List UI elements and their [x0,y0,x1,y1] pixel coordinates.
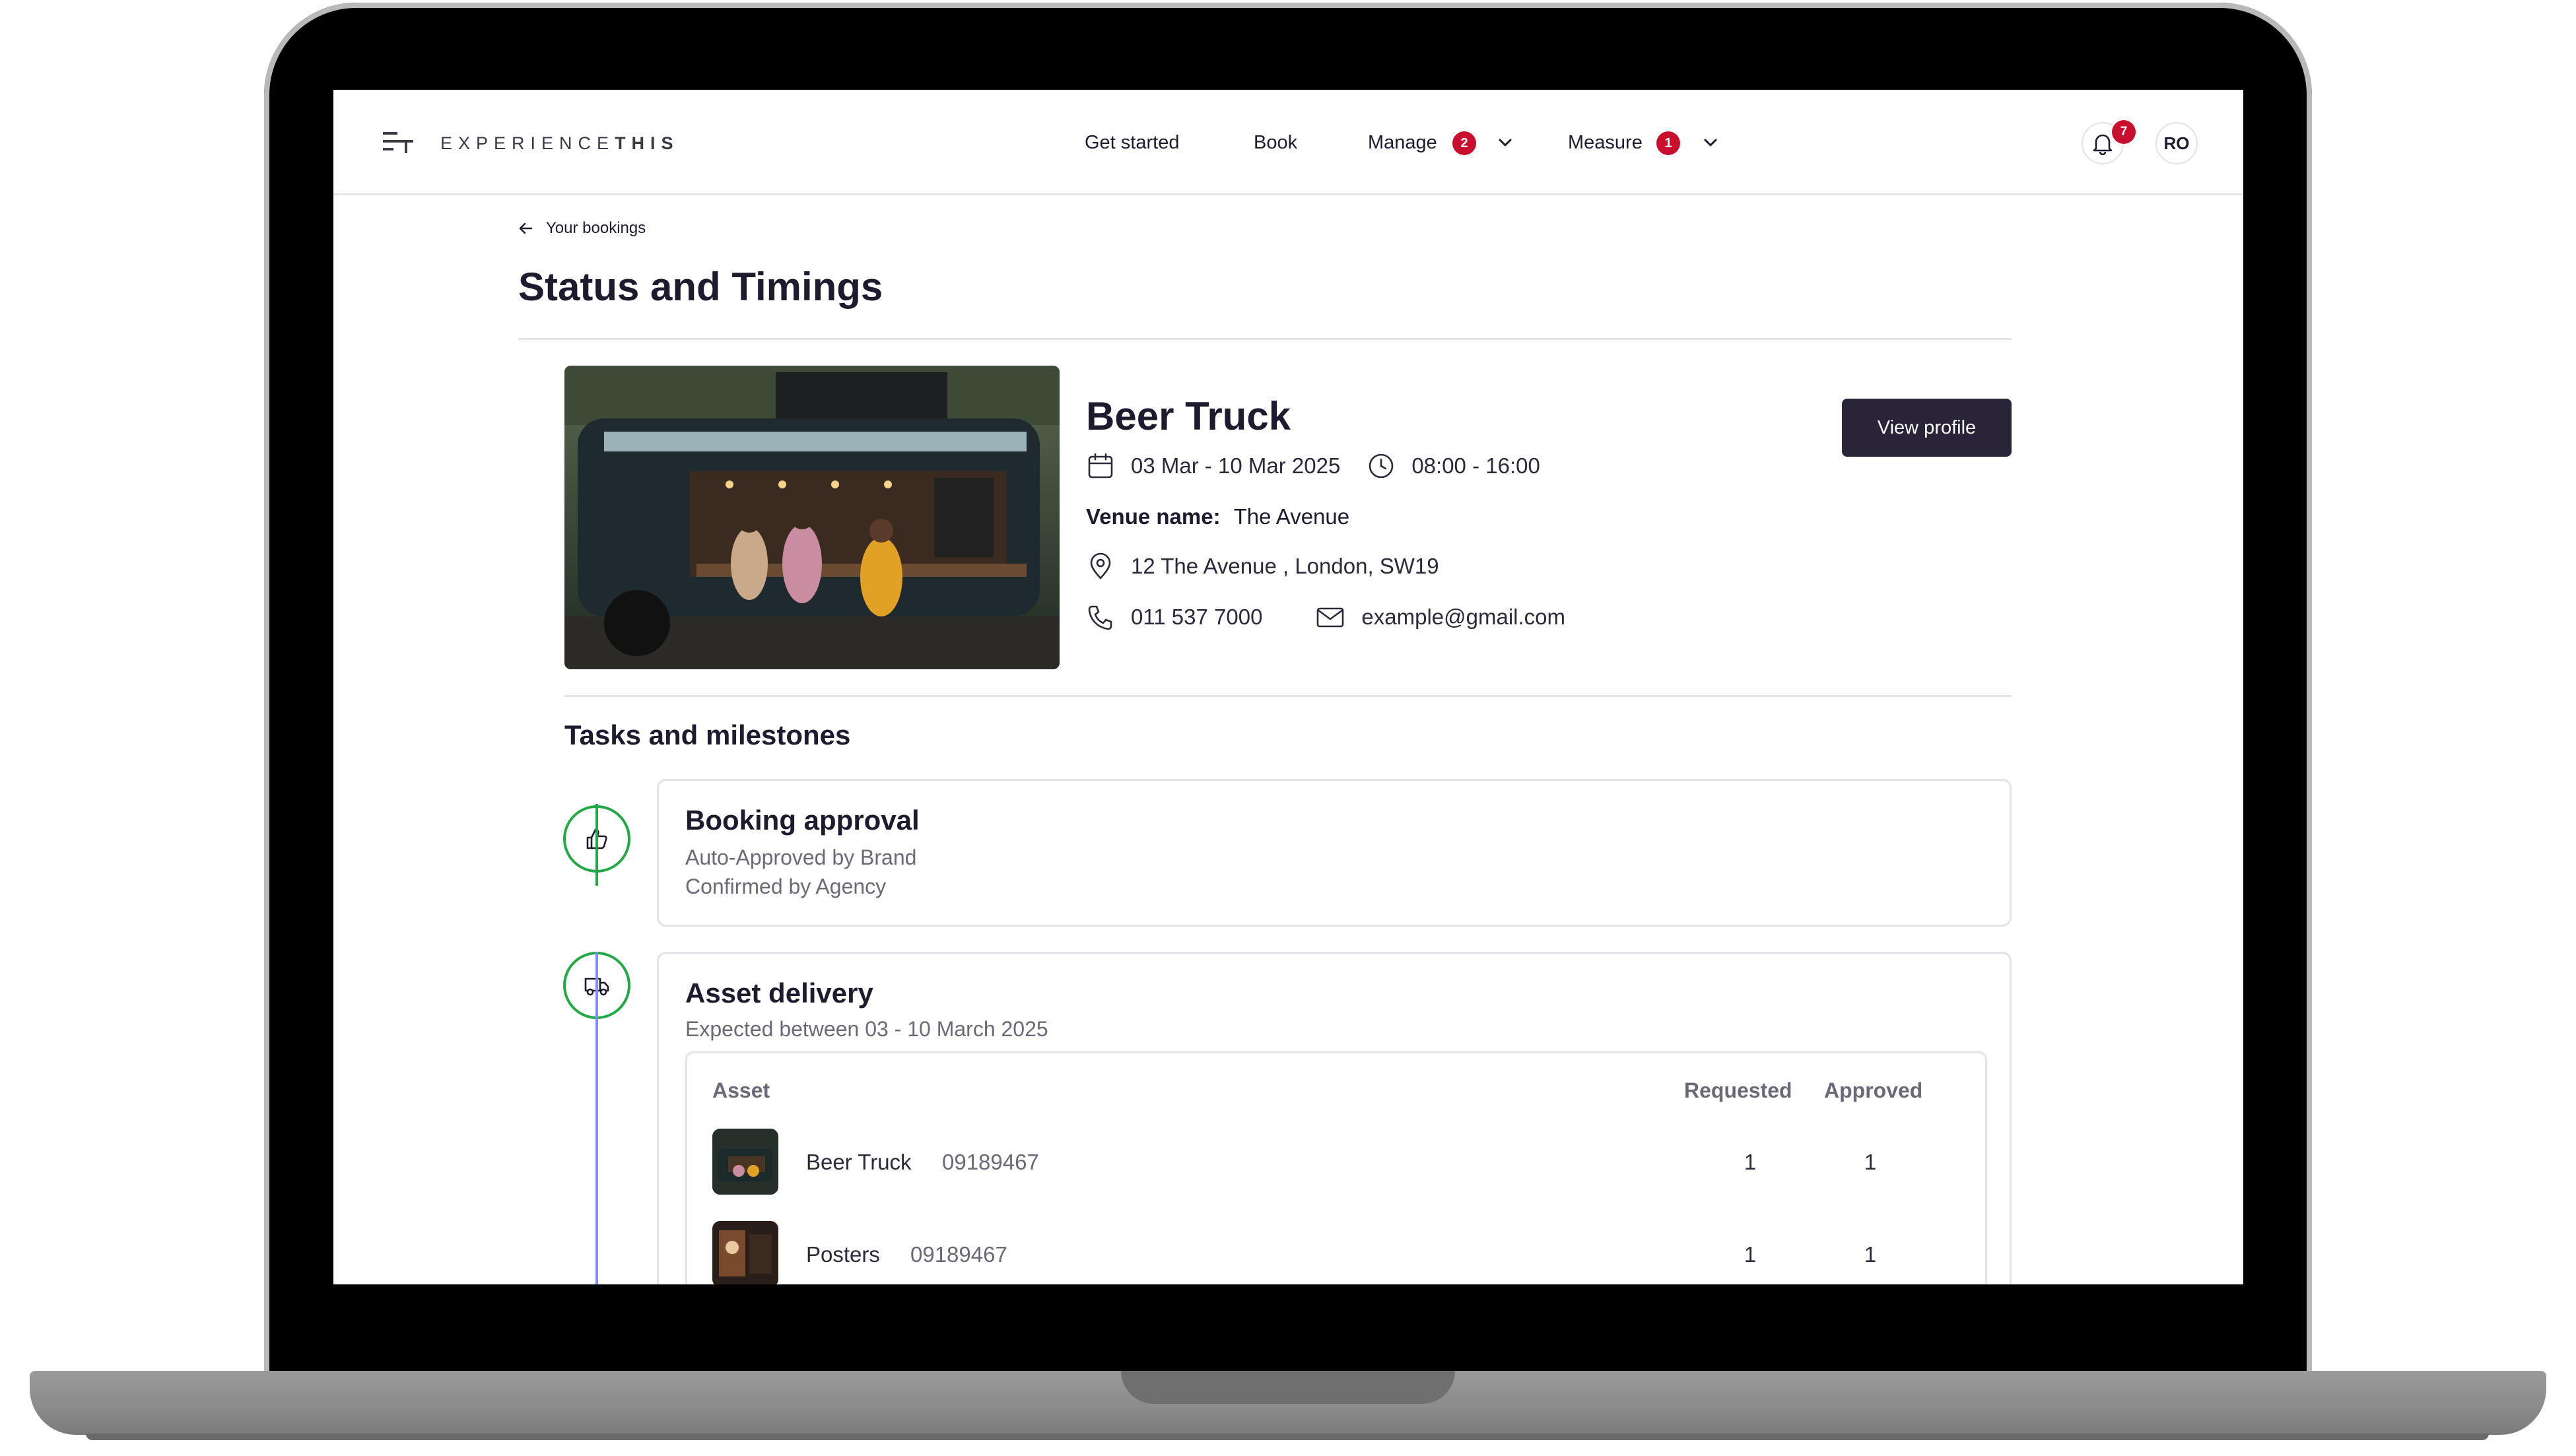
contact-row: 011 537 7000 example@gmail.com [1086,603,1565,632]
venue-row: Venue name: The Avenue [1086,504,1349,529]
asset-delivery-card: Asset delivery Expected between 03 - 10 … [657,952,2012,1284]
calendar-icon [1088,453,1113,479]
asset-row-1-approved: 1 [1864,1150,1877,1174]
summary-divider [564,695,2012,697]
contact-email[interactable]: example@gmail.com [1361,605,1565,630]
column-header-requested: Requested [1684,1078,1792,1102]
asset-row-2-name: Posters [806,1242,880,1267]
nav-get-started[interactable]: Get started [1085,132,1179,154]
nav-manage[interactable]: Manage [1368,132,1437,154]
view-profile-button[interactable]: View profile [1842,399,2012,457]
contact-phone[interactable]: 011 537 7000 [1131,605,1262,630]
asset-row-1-requested: 1 [1744,1150,1757,1174]
address-row: 12 The Avenue , London, SW19 [1086,552,1439,581]
booking-date-time-row: 03 Mar - 10 Mar 2025 08:00 - 16:00 [1086,451,1540,480]
logo-text-light: EXPERIENCE [440,133,615,153]
booking-hours: 08:00 - 16:00 [1411,453,1540,478]
asset-row-2-code: 09189467 [910,1242,1007,1267]
logo-wordmark[interactable]: EXPERIENCETHIS [440,133,679,154]
booking-title: Beer Truck [1086,394,1291,438]
nav-measure[interactable]: Measure [1568,132,1643,154]
logo-icon[interactable] [383,129,413,154]
booking-approval-title: Booking approval [685,805,920,836]
app-screen: EXPERIENCETHIS Get started Book Manage 2… [333,90,2243,1284]
mail-icon [1317,607,1344,628]
user-avatar[interactable]: RO [2155,122,2198,164]
approval-status-agency: Confirmed by Agency [685,875,887,898]
laptop-foot [86,1434,2489,1440]
asset-row-1-code: 09189467 [942,1150,1039,1174]
booking-dates: 03 Mar - 10 Mar 2025 [1131,453,1341,478]
top-navigation: EXPERIENCETHIS Get started Book Manage 2… [333,90,2243,195]
timeline-connector-complete [595,804,598,886]
asset-thumbnail-posters [712,1221,778,1284]
asset-row-2-approved: 1 [1864,1242,1877,1267]
back-to-bookings-link[interactable]: Your bookings [518,219,646,238]
measure-count-badge: 1 [1656,131,1680,155]
approval-status-brand: Auto-Approved by Brand [685,845,917,869]
notifications-count-badge: 7 [2112,120,2136,144]
timeline-connector-pending [595,952,598,1284]
venue-name: The Avenue [1233,504,1350,529]
column-header-asset: Asset [712,1078,770,1102]
laptop-notch [1121,1371,1455,1404]
booking-hero-image [564,366,1060,669]
clock-icon [1369,453,1394,479]
phone-icon [1088,605,1112,630]
nav-book[interactable]: Book [1254,132,1297,154]
asset-thumbnail-beer-truck [712,1129,778,1195]
back-link-label: Your bookings [546,219,646,237]
venue-label: Venue name: [1086,504,1221,529]
header-divider [518,338,2012,340]
asset-row-2-requested: 1 [1744,1242,1757,1267]
venue-address: 12 The Avenue , London, SW19 [1131,554,1439,578]
page-title: Status and Timings [518,265,883,309]
booking-approval-card: Booking approval Auto-Approved by Brand … [657,779,2012,927]
asset-row-1-name: Beer Truck [806,1150,912,1174]
tasks-section-title: Tasks and milestones [564,719,851,750]
map-pin-icon [1090,552,1111,579]
measure-chevron-down-icon[interactable] [1703,136,1718,149]
bell-icon [2093,134,2113,155]
asset-delivery-window: Expected between 03 - 10 March 2025 [685,1017,1048,1041]
logo-text-bold: THIS [615,133,679,153]
manage-count-badge: 2 [1452,131,1476,155]
manage-chevron-down-icon[interactable] [1497,136,1513,149]
arrow-left-icon [519,222,533,234]
column-header-approved: Approved [1824,1078,1923,1102]
asset-delivery-title: Asset delivery [685,977,873,1009]
asset-table: Asset Requested Approved Beer Truck 0918… [685,1051,1987,1284]
